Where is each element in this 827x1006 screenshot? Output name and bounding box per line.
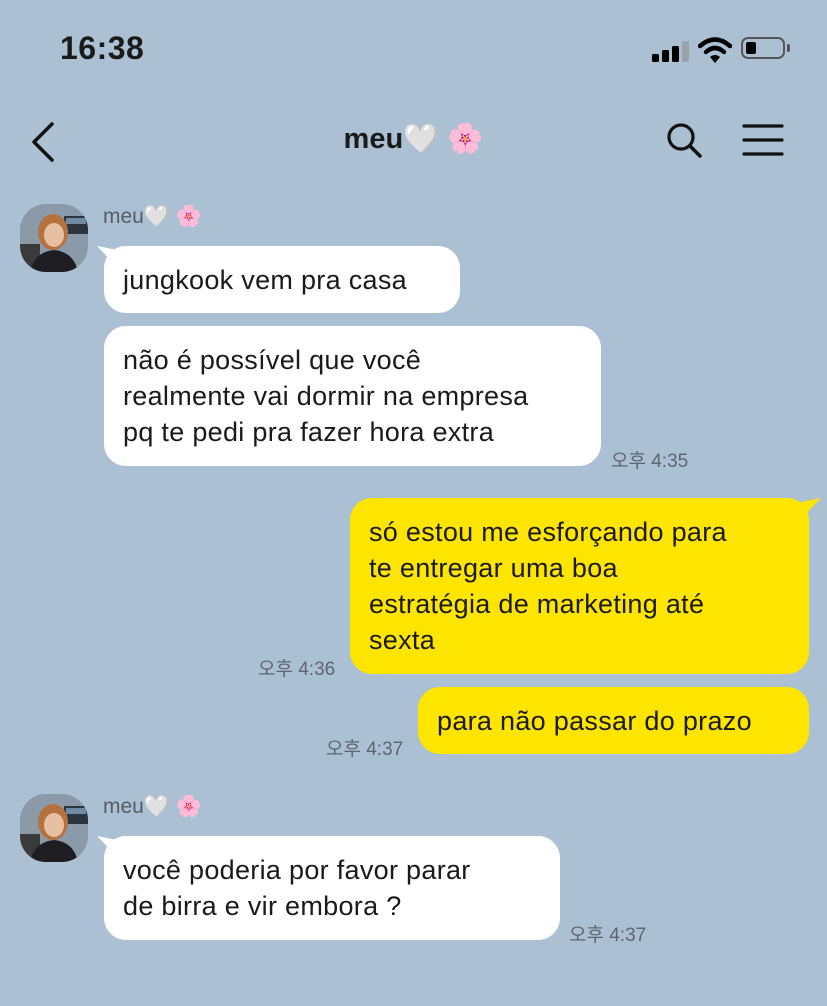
avatar[interactable] (20, 204, 88, 272)
message-timestamp: 오후 4:35 (611, 451, 689, 472)
message-timestamp: 오후 4:37 (569, 925, 647, 946)
message-timestamp: 오후 4:37 (326, 739, 404, 760)
cellular-signal-icon (652, 40, 690, 62)
status-bar: 16:38 (0, 0, 827, 100)
message-timestamp: 오후 4:36 (258, 659, 336, 680)
bubble-tail (801, 498, 821, 520)
message-bubble[interactable]: para não passar do prazo (418, 687, 809, 754)
hamburger-menu-icon[interactable] (740, 120, 786, 160)
message-bubble[interactable]: jungkook vem pra casa (104, 246, 460, 313)
status-time: 16:38 (60, 30, 145, 66)
search-icon[interactable] (664, 120, 704, 160)
avatar[interactable] (20, 794, 88, 862)
message-bubble[interactable]: não é possível que você realmente vai do… (104, 326, 601, 466)
wifi-icon (698, 37, 732, 63)
profile-photo-icon (20, 794, 88, 862)
message-bubble[interactable]: você poderia por favor parar de birra e … (104, 836, 560, 940)
battery-icon (741, 37, 790, 61)
message-bubble[interactable]: só estou me esforçando para te entregar … (350, 498, 809, 674)
profile-photo-icon (20, 204, 88, 272)
battery-level (746, 42, 756, 54)
sender-name: meu🤍 🌸 (103, 205, 202, 228)
chat-header: meu🤍 🌸 (0, 100, 827, 184)
sender-name: meu🤍 🌸 (103, 795, 202, 818)
